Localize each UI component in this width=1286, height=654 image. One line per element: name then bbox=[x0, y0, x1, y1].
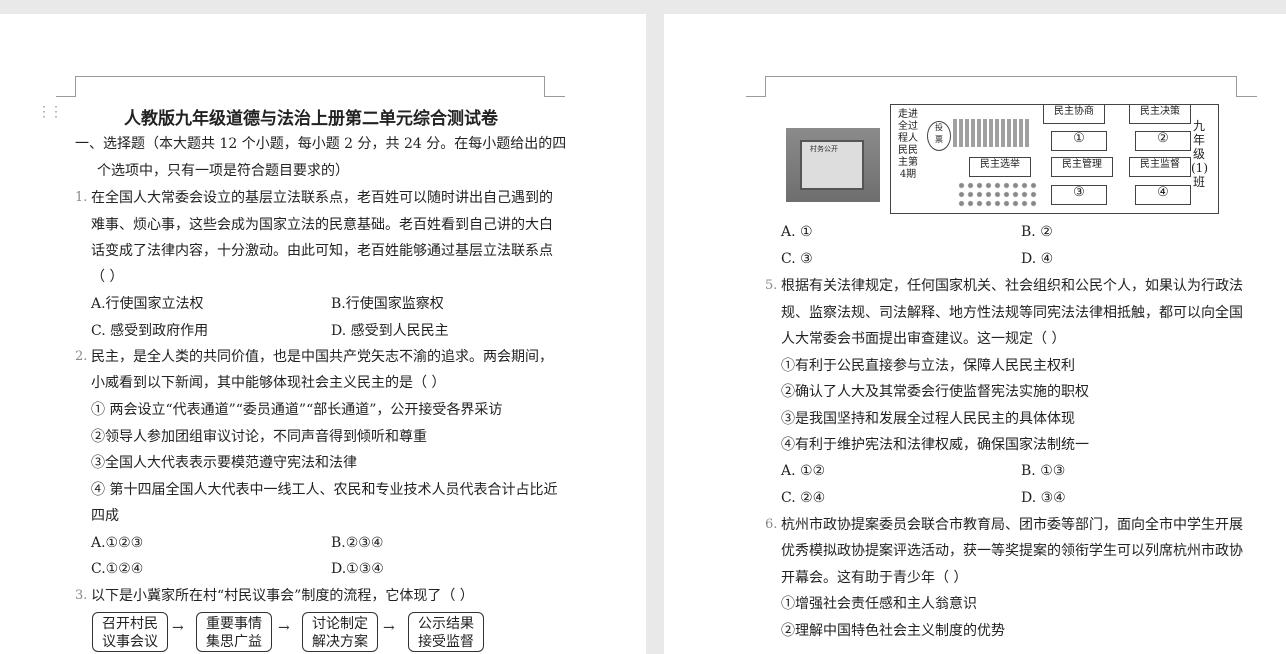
option-a: A.行使国家立法权 bbox=[91, 296, 204, 312]
option-c: C.①②④ bbox=[91, 561, 144, 577]
question-text: 规、监察法规、司法解释、地方性法规等同宪法法律相抵触，都可以向全国 bbox=[781, 305, 1243, 321]
arrow-right-icon: → bbox=[172, 620, 184, 636]
option-b: B. ② bbox=[1021, 224, 1053, 240]
blank-circle-1: ① bbox=[1051, 131, 1107, 151]
section-heading: 一、选择题（本大题共 12 个小题，每小题 2 分，共 24 分。在每小题给出的… bbox=[75, 136, 567, 152]
question-text: 开幕会。这有助于青少年（ ） bbox=[781, 570, 968, 586]
village-notice-photo: 村务公开 bbox=[786, 128, 880, 202]
option-d: D. ④ bbox=[1021, 251, 1054, 267]
document-page-right: 村务公开 走进全过程人民民主第4期 九年级(1)班 投票 民主协商 民主决策 民… bbox=[664, 14, 1286, 654]
question-text: 在全国人大常委会设立的基层立法联系点，老百姓可以随时讲出自己遇到的 bbox=[91, 190, 553, 206]
option-c: C. 感受到政府作用 bbox=[91, 323, 209, 339]
question-text: 难事、烦心事，这些会成为国家立法的民意基础。老百姓看到自己讲的大白 bbox=[91, 217, 553, 233]
board-label: 村务公开 bbox=[810, 145, 838, 153]
notice-board: 村务公开 bbox=[800, 140, 864, 190]
header-line bbox=[765, 76, 1237, 97]
statement-item: ④ 第十四届全国人大代表中一线工人、农民和专业技术人员代表合计占比近 bbox=[91, 482, 558, 498]
header-corner bbox=[1237, 96, 1257, 97]
statement-item: ③是我国坚持和发展全过程人民民主的具体体现 bbox=[781, 411, 1075, 427]
option-c: C. ②④ bbox=[781, 490, 826, 506]
blank-circle-2: ② bbox=[1135, 131, 1191, 151]
drag-handle-icon[interactable]: ⋮⋮ bbox=[37, 104, 63, 120]
question-text: 优秀模拟政协提案评选活动，获一等奖提案的领衔学生可以列席杭州市政协 bbox=[781, 543, 1243, 559]
option-d: D. 感受到人民民主 bbox=[331, 323, 449, 339]
statement-item: ① 两会设立“代表通道”“委员通道”“部长通道”，公开接受各界采访 bbox=[91, 402, 503, 418]
section-heading-cont: 个选项中，只有一项是符合题目要求的） bbox=[97, 163, 349, 179]
option-d: D. ③④ bbox=[1021, 490, 1066, 506]
statement-item: ①有利于公民直接参与立法，保障人民民主权利 bbox=[781, 358, 1075, 374]
question-text: 小威看到以下新闻，其中能够体现社会主义民主的是（ ） bbox=[91, 375, 446, 391]
statement-item-cont: 四成 bbox=[91, 508, 119, 524]
option-a: A. ①② bbox=[781, 463, 826, 479]
box-decision: 民主决策 bbox=[1129, 104, 1191, 124]
option-a: A.①②③ bbox=[91, 535, 144, 551]
question-text: 话变成了法律内容，十分激动。由此可知，老百姓能够通过基层立法联系点 bbox=[91, 243, 553, 259]
statement-item: ②领导人参加团组审议讨论，不同声音得到倾听和尊重 bbox=[91, 429, 427, 445]
question-text: 根据有关法律规定，任何国家机关、社会组织和公民个人，如果认为行政法 bbox=[781, 278, 1243, 294]
ballot-stamp: 投票 bbox=[927, 121, 951, 151]
option-a: A. ① bbox=[781, 224, 813, 240]
question-number: 6. bbox=[765, 517, 778, 532]
flow-step-3: 讨论制定 解决方案 bbox=[302, 612, 378, 652]
poster-class-label: 九年级(1)班 bbox=[1191, 119, 1208, 189]
crowd-illustration bbox=[957, 181, 1039, 209]
blank-circle-3: ③ bbox=[1051, 185, 1107, 205]
democracy-poster: 走进全过程人民民主第4期 九年级(1)班 投票 民主协商 民主决策 民主选举 民… bbox=[890, 104, 1219, 214]
option-b: B. ①③ bbox=[1021, 463, 1066, 479]
blank-circle-4: ④ bbox=[1135, 185, 1191, 205]
box-election: 民主选举 bbox=[969, 157, 1031, 177]
box-supervision: 民主监督 bbox=[1129, 157, 1191, 177]
answer-blank: （ ） bbox=[91, 269, 124, 285]
question-number: 5. bbox=[765, 278, 778, 293]
statement-item: ④有利于维护宪法和法律权威，确保国家法制统一 bbox=[781, 437, 1089, 453]
statement-item: ③全国人大代表表示要模范遵守宪法和法律 bbox=[91, 455, 357, 471]
box-management: 民主管理 bbox=[1051, 157, 1113, 177]
question-number: 3. bbox=[75, 588, 88, 603]
statement-item: ②确认了人大及其常委会行使监督宪法实施的职权 bbox=[781, 384, 1089, 400]
document-page-left: ⋮⋮ 人教版九年级道德与法治上册第二单元综合测试卷 一、选择题（本大题共 12 … bbox=[0, 14, 646, 654]
question-text: 杭州市政协提案委员会联合市教育局、团市委等部门，面向全市中学生开展 bbox=[781, 517, 1243, 533]
option-d: D.①③④ bbox=[331, 561, 384, 577]
statement-item: ①增强社会责任感和主人翁意识 bbox=[781, 596, 977, 612]
box-consultation: 民主协商 bbox=[1043, 104, 1105, 124]
poster-vertical-title: 走进全过程人民民主第4期 bbox=[898, 109, 918, 180]
header-corner bbox=[545, 96, 565, 97]
question-text: 以下是小冀家所在村“村民议事会”制度的流程，它体现了（ ） bbox=[91, 588, 474, 604]
statement-item: ②理解中国特色社会主义制度的优势 bbox=[781, 623, 1005, 639]
flow-step-1: 召开村民 议事会议 bbox=[92, 612, 168, 652]
question-text: 民主，是全人类的共同价值，也是中国共产党矢志不渝的追求。两会期间， bbox=[91, 349, 553, 365]
flow-step-4: 公示结果 接受监督 bbox=[408, 612, 484, 652]
seat-grid bbox=[953, 119, 1031, 147]
question-number: 2. bbox=[75, 349, 88, 364]
header-line bbox=[75, 76, 545, 97]
page-title: 人教版九年级道德与法治上册第二单元综合测试卷 bbox=[124, 109, 498, 129]
flow-step-2: 重要事情 集思广益 bbox=[196, 612, 272, 652]
question-text: 人大常委会书面提出审查建议。这一规定（ ） bbox=[781, 331, 1066, 347]
option-b: B.②③④ bbox=[331, 535, 384, 551]
header-corner bbox=[56, 96, 76, 97]
option-b: B.行使国家监察权 bbox=[331, 296, 444, 312]
option-c: C. ③ bbox=[781, 251, 813, 267]
arrow-right-icon: → bbox=[278, 620, 290, 636]
header-corner bbox=[746, 96, 766, 97]
arrow-right-icon: → bbox=[383, 620, 395, 636]
question-number: 1. bbox=[75, 190, 88, 205]
